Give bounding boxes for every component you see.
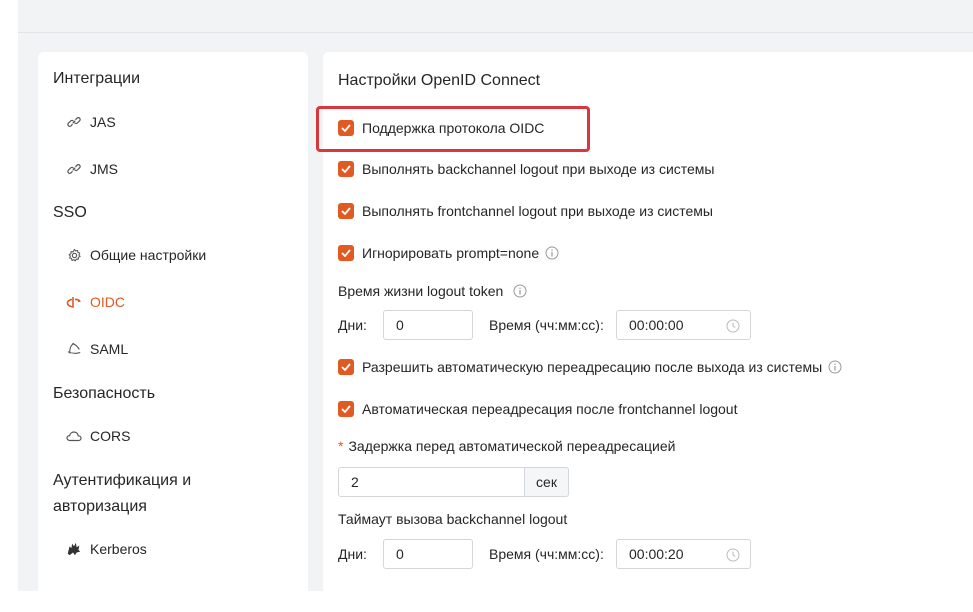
logout-token-time-input[interactable]: 00:00:00: [616, 310, 751, 340]
checkbox-checked-icon[interactable]: [338, 161, 354, 177]
checkbox-label: Игнорировать prompt=none: [362, 245, 540, 261]
sidebar-group-security: Безопасность: [53, 385, 156, 402]
label-text: Задержка перед автоматической переадреса…: [348, 438, 676, 454]
sidebar-item-label: Kerberos: [90, 541, 147, 557]
checkbox-checked-icon[interactable]: [338, 359, 354, 375]
header-divider: [18, 32, 973, 33]
sidebar-item-jas[interactable]: JAS: [66, 110, 116, 134]
saml-icon: [66, 341, 82, 357]
time-label: Время (чч:мм:сс):: [489, 546, 604, 562]
input-value: 0: [396, 317, 404, 333]
logout-token-lifetime-label: Время жизни logout token: [338, 283, 527, 299]
seconds-unit-addon: сек: [525, 467, 569, 497]
sidebar-group-integrations: Интеграции: [53, 70, 141, 87]
sidebar-item-saml[interactable]: SAML: [66, 337, 128, 361]
checkbox-checked-icon[interactable]: [338, 401, 354, 417]
sidebar-item-jms[interactable]: JMS: [66, 157, 118, 181]
sidebar-item-cors[interactable]: CORS: [66, 424, 130, 448]
redirect-delay-label: * Задержка перед автоматической переадрес…: [338, 438, 675, 454]
checkbox-label: Автоматическая переадресация после front…: [362, 401, 738, 417]
cloud-icon: [66, 428, 82, 444]
sidebar-item-oidc[interactable]: OIDC: [66, 290, 125, 314]
info-icon[interactable]: [513, 284, 527, 298]
checkbox-checked-icon[interactable]: [338, 245, 354, 261]
sidebar-item-label: OIDC: [90, 294, 125, 310]
input-value: 0: [396, 546, 404, 562]
frontchannel-logout-checkbox[interactable]: Выполнять frontchannel logout при выходе…: [338, 201, 713, 221]
backchannel-timeout-label: Таймаут вызова backchannel logout: [338, 511, 568, 527]
sidebar-item-label: JAS: [90, 114, 116, 130]
link-icon: [66, 114, 82, 130]
sidebar-group-sso: SSO: [53, 204, 87, 221]
link-icon: [66, 161, 82, 177]
input-value: 2: [351, 474, 359, 490]
info-icon[interactable]: [545, 246, 559, 260]
checkbox-label: Разрешить автоматическую переадресацию п…: [362, 359, 823, 375]
sidebar-item-label: Общие настройки: [90, 247, 207, 263]
checkbox-label: Выполнять backchannel logout при выходе …: [362, 161, 715, 177]
logout-token-days-input[interactable]: 0: [383, 310, 473, 340]
clock-icon[interactable]: [726, 548, 740, 565]
input-value: 00:00:00: [629, 317, 684, 333]
gear-icon: [66, 247, 82, 263]
checkbox-label: Выполнять frontchannel logout при выходе…: [362, 203, 713, 219]
auto-redirect-frontchannel-checkbox[interactable]: Автоматическая переадресация после front…: [338, 399, 737, 419]
input-value: 00:00:20: [629, 546, 684, 562]
backchannel-logout-checkbox[interactable]: Выполнять backchannel logout при выходе …: [338, 159, 715, 179]
backchannel-timeout-days-input[interactable]: 0: [383, 539, 473, 569]
page-title: Настройки OpenID Connect: [338, 72, 541, 89]
sidebar-item-kerberos[interactable]: Kerberos: [66, 537, 147, 561]
sidebar-item-label: SAML: [90, 341, 129, 357]
openid-icon: [66, 294, 82, 310]
clock-icon[interactable]: [726, 319, 740, 336]
days-label: Дни:: [338, 317, 367, 333]
sidebar-group-auth: Аутентификация и авторизация: [53, 472, 192, 515]
sidebar: Интеграции JAS JMS SSO Общие настройки O…: [38, 52, 308, 612]
sidebar-item-general-settings[interactable]: Общие настройки: [66, 243, 206, 267]
checkbox-checked-icon[interactable]: [338, 203, 354, 219]
sidebar-item-label: CORS: [90, 428, 131, 444]
ignore-prompt-none-checkbox[interactable]: Игнорировать prompt=none: [338, 243, 559, 263]
redirect-delay-input[interactable]: 2: [338, 467, 525, 497]
days-label: Дни:: [338, 546, 367, 562]
backchannel-timeout-time-input[interactable]: 00:00:20: [616, 539, 751, 569]
highlight-annotation-box: [316, 106, 590, 152]
kerberos-icon: [66, 541, 82, 557]
time-label: Время (чч:мм:сс):: [489, 317, 604, 333]
auto-redirect-after-logout-checkbox[interactable]: Разрешить автоматическую переадресацию п…: [338, 357, 842, 377]
sidebar-item-label: JMS: [90, 161, 118, 177]
label-text: Время жизни logout token: [338, 283, 504, 299]
info-icon[interactable]: [828, 360, 842, 374]
required-mark: *: [338, 438, 344, 454]
